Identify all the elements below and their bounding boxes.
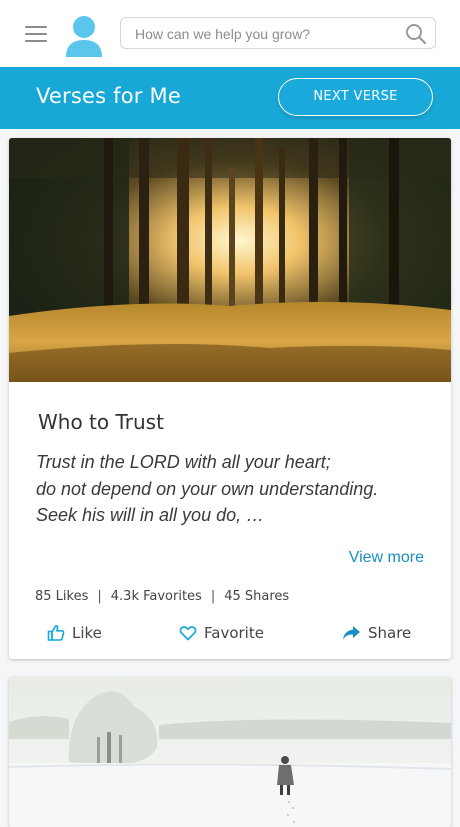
verse-line: do not depend on your own understanding. [36,478,379,499]
verse-line: Trust in the LORD with all your heart; [36,452,331,472]
likes-count: 85 Likes [35,589,89,604]
next-verse-button[interactable]: NEXT VERSE [278,78,433,116]
verse-text: Trust in the LORD with all your heart; d… [36,449,436,529]
user-avatar-icon[interactable] [64,15,104,57]
search-input[interactable] [133,22,402,46]
snowy-field-walker-photo [9,677,451,827]
verse-title: Who to Trust [38,410,164,434]
verse-line: Seek his will in all you do, … [36,505,265,525]
favorites-count: 4.3k Favorites [110,589,202,604]
page-title: Verses for Me [36,84,181,108]
share-arrow-icon [343,626,360,640]
thumbs-up-icon [47,625,65,641]
stats-separator: | [97,589,102,604]
favorite-button[interactable]: Favorite [179,622,264,644]
verse-card: Who to Trust Trust in the LORD with all … [9,138,451,659]
like-label: Like [72,624,102,642]
heart-icon [179,626,197,641]
verse-stats: 85 Likes | 4.3k Favorites | 45 Shares [35,589,289,604]
shares-count: 45 Shares [224,589,290,604]
stats-separator: | [210,589,216,604]
sunlit-forest-photo [9,138,451,382]
header-band: Verses for Me NEXT VERSE [0,67,460,129]
like-button[interactable]: Like [47,622,102,644]
search-icon[interactable] [405,23,427,45]
search-bar [120,17,436,49]
hamburger-menu-icon[interactable] [25,26,47,42]
favorite-label: Favorite [204,624,264,642]
share-label: Share [368,624,412,642]
top-bar [0,0,460,67]
verse-card [9,677,451,827]
share-button[interactable]: Share [342,622,411,644]
view-more-link[interactable]: View more [349,549,424,567]
